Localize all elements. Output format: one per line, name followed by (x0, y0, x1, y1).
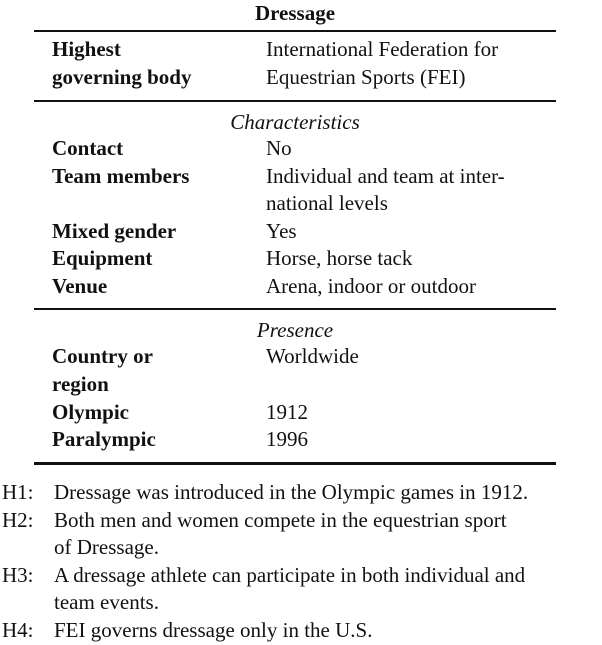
row-value: Arena, indoor or outdoor (266, 273, 476, 298)
hypothesis-label: H2: (2, 507, 34, 532)
row-key: Highest governing body (52, 37, 192, 89)
row-key: Paralympic (52, 427, 156, 451)
hypothesis-item: H2: Both men and women compete in the eq… (2, 507, 507, 560)
row-value: 1912 (266, 399, 308, 424)
row-value: Worldwide (266, 344, 359, 368)
hypotheses-list: H1: Dressage was introduced in the Olymp… (2, 479, 602, 645)
row-value: Yes (266, 218, 297, 243)
row-value: Individual and team at inter- national l… (266, 163, 505, 216)
row-key: Olympic (52, 399, 129, 424)
hypothesis-label: H1: (2, 480, 34, 504)
section-rule (34, 308, 556, 310)
row-key: Contact (52, 136, 124, 160)
top-rule (34, 30, 556, 32)
row-value: No (266, 136, 292, 160)
section-heading-presence: Presence (256, 318, 334, 342)
bottom-rule (34, 462, 556, 465)
row-value: International Federation for Equestrian … (266, 37, 499, 89)
hypothesis-item: H3: A dressage athlete can participate i… (2, 562, 526, 615)
row-key: Equipment (52, 246, 153, 270)
row-key: Team members (52, 163, 190, 188)
section-heading-characteristics: Characteristics (230, 110, 360, 134)
hypothesis-label: H3: (2, 562, 34, 587)
row-value: Horse, horse tack (266, 246, 413, 270)
row-value: 1996 (266, 427, 308, 451)
table-title: Dressage (254, 1, 336, 25)
hypothesis-item: H4: FEI governs dressage only in the U.S… (2, 617, 602, 645)
row-key: Venue (52, 273, 108, 298)
hypothesis-label: H4: (2, 617, 34, 642)
row-key: Country or region (52, 344, 153, 396)
hypothesis-item: H1: Dressage was introduced in the Olymp… (2, 479, 602, 507)
section-rule (34, 100, 556, 102)
row-key: Mixed gender (52, 218, 177, 243)
